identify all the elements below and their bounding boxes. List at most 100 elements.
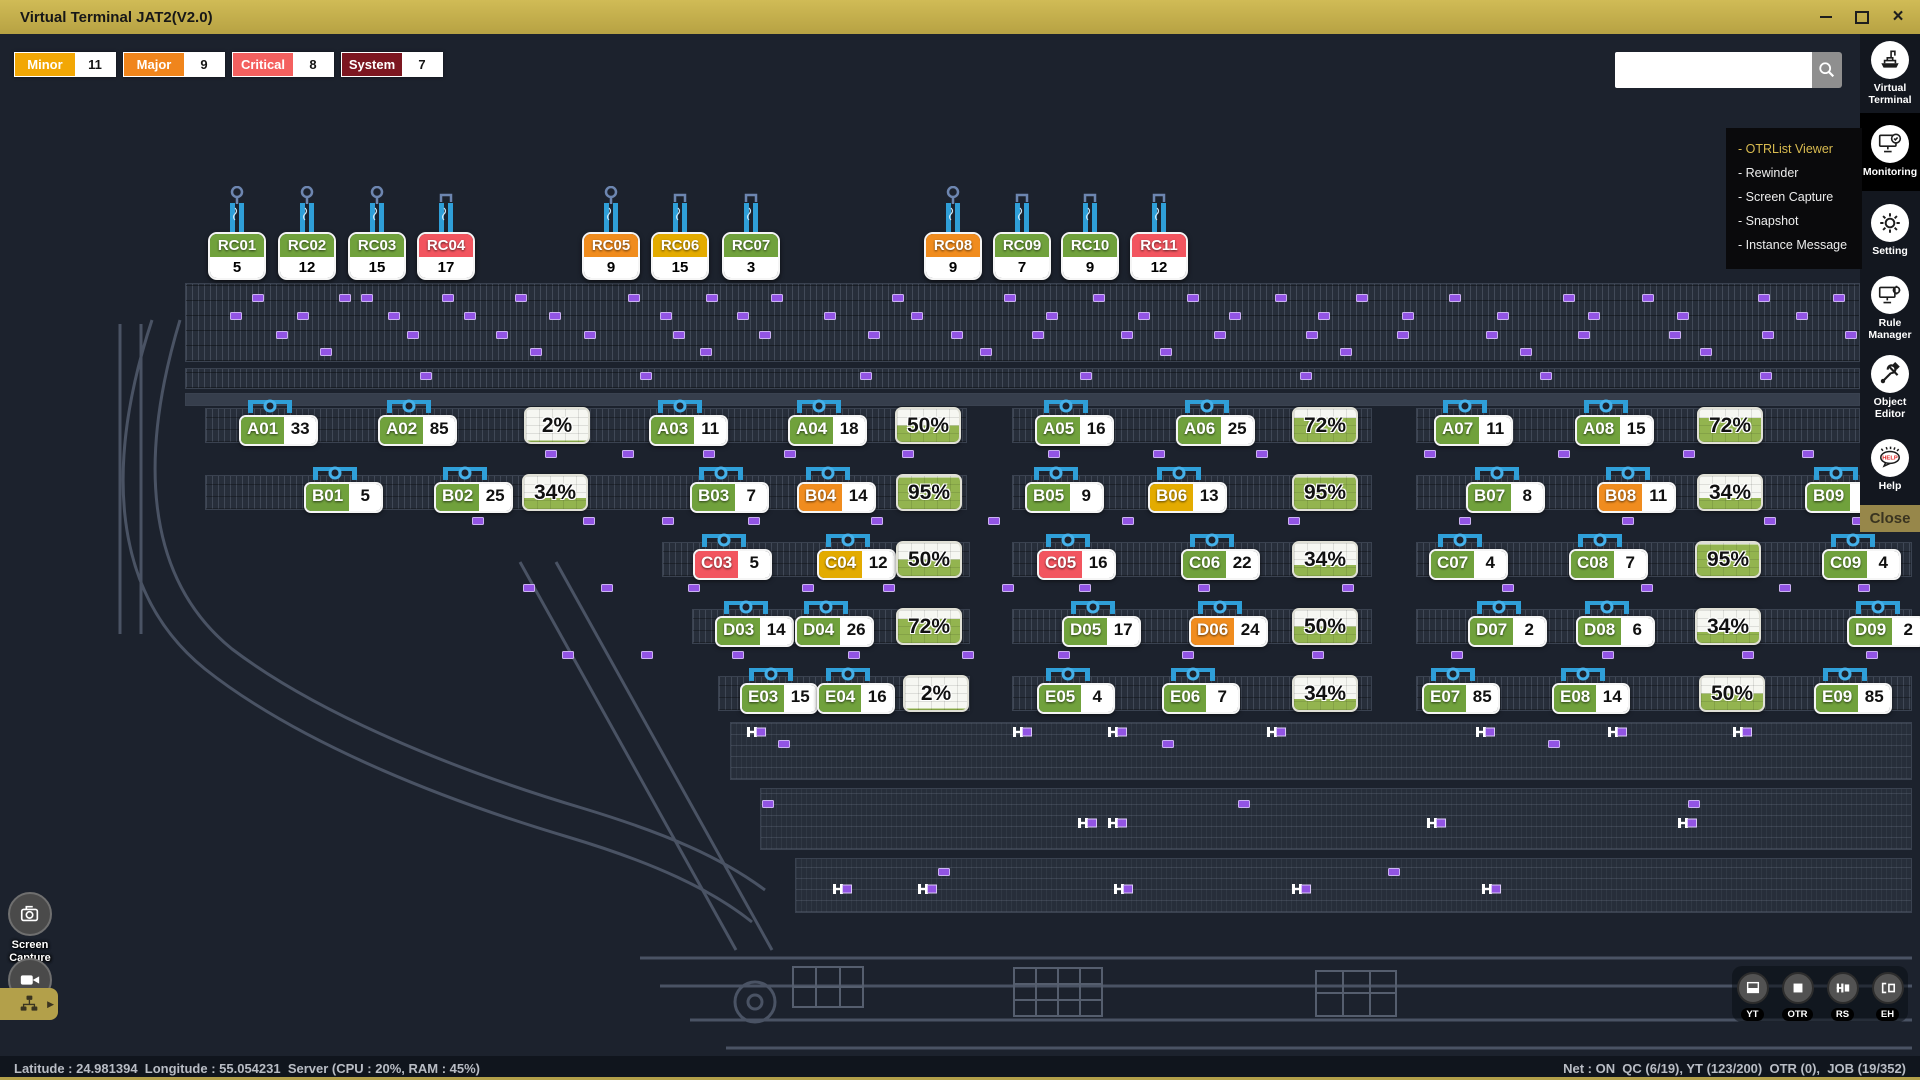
alarm-badge-system[interactable]: System7 bbox=[341, 52, 443, 77]
yard-block-C06[interactable]: C0622 bbox=[1181, 549, 1260, 580]
rc-crane-RC01[interactable]: RC015 bbox=[208, 186, 266, 280]
status-right: Net : ON QC (6/19), YT (123/200) OTR (0)… bbox=[1549, 1061, 1920, 1076]
yard-crane-icon bbox=[1560, 667, 1606, 683]
yard-block-D03[interactable]: D0314 bbox=[715, 616, 794, 647]
rc-crane-RC07[interactable]: RC073 bbox=[722, 186, 780, 280]
yard-block-E08[interactable]: E0814 bbox=[1552, 683, 1630, 714]
rc-label: RC0615 bbox=[651, 232, 709, 280]
rc-mast-icon bbox=[1130, 186, 1188, 232]
status-left: Latitude : 24.981394 Longitude : 55.0542… bbox=[0, 1061, 494, 1076]
yard-block-C09[interactable]: C094 bbox=[1822, 549, 1901, 580]
sidebar-item-virtual-terminal[interactable]: Virtual Terminal bbox=[1860, 34, 1920, 113]
yard-block-E09[interactable]: E0985 bbox=[1814, 683, 1892, 714]
search-button[interactable] bbox=[1812, 52, 1842, 88]
sidebar-item-help[interactable]: HELP Help bbox=[1860, 427, 1920, 506]
yard-block-A07[interactable]: A0711 bbox=[1434, 415, 1513, 446]
yard-block-D09[interactable]: D092 bbox=[1847, 616, 1920, 647]
yard-block-B03[interactable]: B037 bbox=[690, 482, 769, 513]
container-marker bbox=[1356, 294, 1368, 302]
yard-block-A01[interactable]: A0133 bbox=[239, 415, 318, 446]
alarm-label: Critical bbox=[233, 53, 293, 76]
layout-tab[interactable]: ▶ bbox=[0, 988, 58, 1020]
equipment-toggle-otr[interactable]: OTR bbox=[1779, 972, 1817, 1022]
occupancy-badge: 95% bbox=[1695, 541, 1761, 578]
yard-block-A08[interactable]: A0815 bbox=[1575, 415, 1654, 446]
search-input[interactable] bbox=[1615, 52, 1812, 88]
sidebar-item-rule-manager[interactable]: Rule Manager bbox=[1860, 270, 1920, 349]
sidebar-item-monitoring[interactable]: Monitoring bbox=[1860, 113, 1920, 192]
screen-capture-button[interactable]: Screen Capture bbox=[6, 892, 54, 965]
rc-crane-RC03[interactable]: RC0315 bbox=[348, 186, 406, 280]
yard-block-B05[interactable]: B059 bbox=[1025, 482, 1104, 513]
popup-menu-item[interactable]: - Instance Message bbox=[1726, 233, 1862, 257]
rc-crane-RC05[interactable]: RC059 bbox=[582, 186, 640, 280]
equipment-toggle-rs[interactable]: RS bbox=[1824, 972, 1862, 1022]
alarm-badge-minor[interactable]: Minor11 bbox=[14, 52, 116, 77]
rc-count: 5 bbox=[210, 257, 264, 278]
close-window-button[interactable]: × bbox=[1890, 9, 1906, 25]
yard-block-A05[interactable]: A0516 bbox=[1035, 415, 1114, 446]
sidebar-item-object-editor[interactable]: Object Editor bbox=[1860, 348, 1920, 427]
popup-menu-item[interactable]: - Rewinder bbox=[1726, 161, 1862, 185]
block-id: A06 bbox=[1178, 417, 1221, 444]
yard-block-E03[interactable]: E0315 bbox=[740, 683, 818, 714]
yard-block-B07[interactable]: B078 bbox=[1466, 482, 1545, 513]
maximize-button[interactable] bbox=[1854, 9, 1870, 25]
block-count: 24 bbox=[1234, 618, 1266, 645]
container-marker bbox=[1079, 584, 1091, 592]
yard-block-A03[interactable]: A0311 bbox=[649, 415, 728, 446]
alarm-badge-major[interactable]: Major9 bbox=[123, 52, 225, 77]
yard-block-E06[interactable]: E067 bbox=[1162, 683, 1240, 714]
rc-crane-RC10[interactable]: RC109 bbox=[1061, 186, 1119, 280]
rc-crane-RC02[interactable]: RC0212 bbox=[278, 186, 336, 280]
yard-block-E07[interactable]: E0785 bbox=[1422, 683, 1500, 714]
equipment-toggle-eh[interactable]: EH bbox=[1869, 972, 1907, 1022]
popup-menu-item[interactable]: - Snapshot bbox=[1726, 209, 1862, 233]
block-count: 85 bbox=[423, 417, 455, 444]
sidebar-item-setting[interactable]: Setting bbox=[1860, 191, 1920, 270]
yard-block-E05[interactable]: E054 bbox=[1037, 683, 1115, 714]
yard-crane-icon bbox=[1189, 533, 1235, 549]
yard-block-D07[interactable]: D072 bbox=[1468, 616, 1547, 647]
yard-block-C04[interactable]: C0412 bbox=[817, 549, 896, 580]
alarm-badge-critical[interactable]: Critical8 bbox=[232, 52, 334, 77]
yard-block-B01[interactable]: B015 bbox=[304, 482, 383, 513]
yard-block-C08[interactable]: C087 bbox=[1569, 549, 1648, 580]
yard-block-E04[interactable]: E0416 bbox=[817, 683, 895, 714]
rc-crane-RC06[interactable]: RC0615 bbox=[651, 186, 709, 280]
yard-crane-icon bbox=[386, 399, 432, 415]
container-marker bbox=[1764, 517, 1776, 525]
yard-block-B06[interactable]: B0613 bbox=[1148, 482, 1227, 513]
container-marker bbox=[1256, 450, 1268, 458]
yard-crane-icon bbox=[1605, 466, 1651, 482]
minimize-button[interactable] bbox=[1818, 9, 1834, 25]
container-marker bbox=[1520, 348, 1532, 356]
yard-block-D08[interactable]: D086 bbox=[1576, 616, 1655, 647]
rc-crane-RC04[interactable]: RC0417 bbox=[417, 186, 475, 280]
yard-block-A06[interactable]: A0625 bbox=[1176, 415, 1255, 446]
rc-crane-RC08[interactable]: RC089 bbox=[924, 186, 982, 280]
popup-menu-item[interactable]: - OTRList Viewer bbox=[1726, 137, 1862, 161]
container-marker bbox=[1866, 651, 1878, 659]
yard-block-B04[interactable]: B0414 bbox=[797, 482, 876, 513]
rc-crane-RC11[interactable]: RC1112 bbox=[1130, 186, 1188, 280]
yard-crane-icon bbox=[442, 466, 488, 482]
yard-block-A04[interactable]: A0418 bbox=[788, 415, 867, 446]
yard-block-C07[interactable]: C074 bbox=[1429, 549, 1508, 580]
yard-block-C05[interactable]: C0516 bbox=[1037, 549, 1116, 580]
yard-block-B02[interactable]: B0225 bbox=[434, 482, 513, 513]
truck-icon bbox=[1267, 725, 1287, 737]
popup-menu-item[interactable]: - Screen Capture bbox=[1726, 185, 1862, 209]
equipment-toggle-yt[interactable]: YT bbox=[1734, 972, 1772, 1022]
yard-block-D04[interactable]: D0426 bbox=[795, 616, 874, 647]
yard-block-D06[interactable]: D0624 bbox=[1189, 616, 1268, 647]
block-id: B03 bbox=[692, 484, 735, 511]
yard-block-D05[interactable]: D0517 bbox=[1062, 616, 1141, 647]
yard-block-C03[interactable]: C035 bbox=[693, 549, 772, 580]
occupancy-badge: 95% bbox=[1292, 474, 1358, 511]
container-marker bbox=[1563, 294, 1575, 302]
rc-crane-RC09[interactable]: RC097 bbox=[993, 186, 1051, 280]
sidebar-close-button[interactable]: Close bbox=[1860, 505, 1920, 532]
yard-block-A02[interactable]: A0285 bbox=[378, 415, 457, 446]
yard-block-B08[interactable]: B0811 bbox=[1597, 482, 1676, 513]
